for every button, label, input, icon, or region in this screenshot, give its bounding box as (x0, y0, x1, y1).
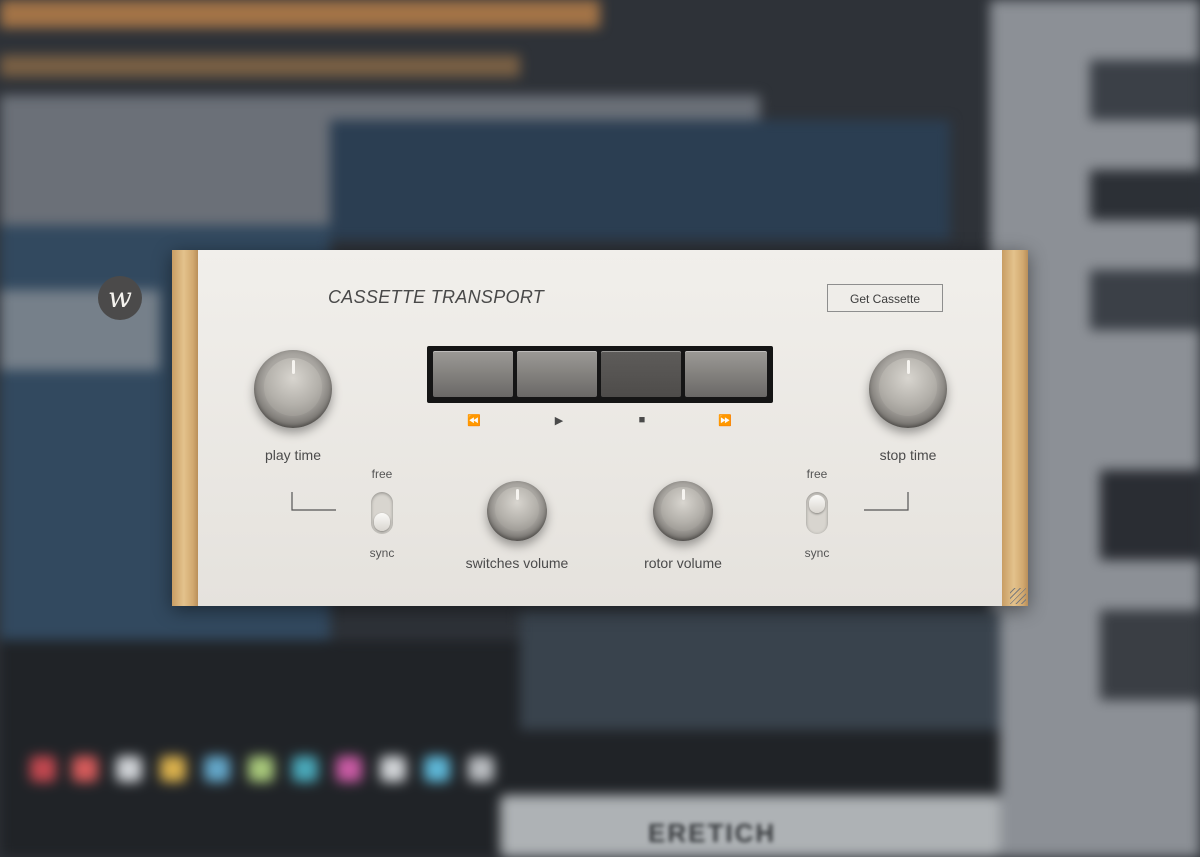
rotor-volume-knob[interactable] (653, 481, 713, 541)
transport-button-bank (427, 346, 773, 403)
toggle-thumb (374, 513, 390, 531)
switches-volume-knob[interactable] (487, 481, 547, 541)
stop-time-free-sync-toggle[interactable] (806, 492, 828, 534)
fast-forward-button[interactable] (685, 351, 767, 397)
toggle-thumb (809, 495, 825, 513)
wood-side-right (1002, 250, 1028, 606)
wood-side-left (172, 250, 198, 606)
play-icon: ▶ (554, 415, 564, 427)
knob-pointer (681, 489, 685, 500)
play-time-free-sync-toggle[interactable] (371, 492, 393, 534)
plugin-title: CASSETTE TRANSPORT (328, 287, 545, 307)
resize-grip-icon[interactable] (1010, 588, 1026, 604)
stop-icon: ■ (638, 414, 646, 426)
brand-logo-icon: w (98, 276, 142, 320)
stop-button[interactable] (601, 351, 681, 397)
knob-pointer (906, 360, 910, 374)
stop-time-knob[interactable] (869, 350, 947, 428)
play-time-label: play time (264, 447, 322, 463)
stop-time-bracket-line (864, 492, 909, 511)
right-toggle-sync-label: sync (804, 546, 830, 560)
play-time-knob[interactable] (254, 350, 332, 428)
background-footer-text: ERETICH (648, 818, 777, 848)
rotor-volume-label: rotor volume (644, 555, 722, 571)
play-button[interactable] (517, 351, 597, 397)
switches-volume-label: switches volume (465, 555, 569, 571)
right-toggle-free-label: free (806, 467, 828, 481)
knob-pointer (515, 489, 519, 500)
left-toggle-free-label: free (371, 467, 393, 481)
fast-forward-icon: ⏩ (718, 415, 732, 427)
rewind-button[interactable] (433, 351, 513, 397)
play-time-bracket-line (291, 492, 336, 511)
get-cassette-button[interactable]: Get Cassette (827, 284, 943, 312)
rewind-icon: ⏪ (467, 415, 481, 427)
left-toggle-sync-label: sync (369, 546, 395, 560)
stop-time-label: stop time (879, 447, 937, 463)
knob-pointer (291, 360, 295, 374)
